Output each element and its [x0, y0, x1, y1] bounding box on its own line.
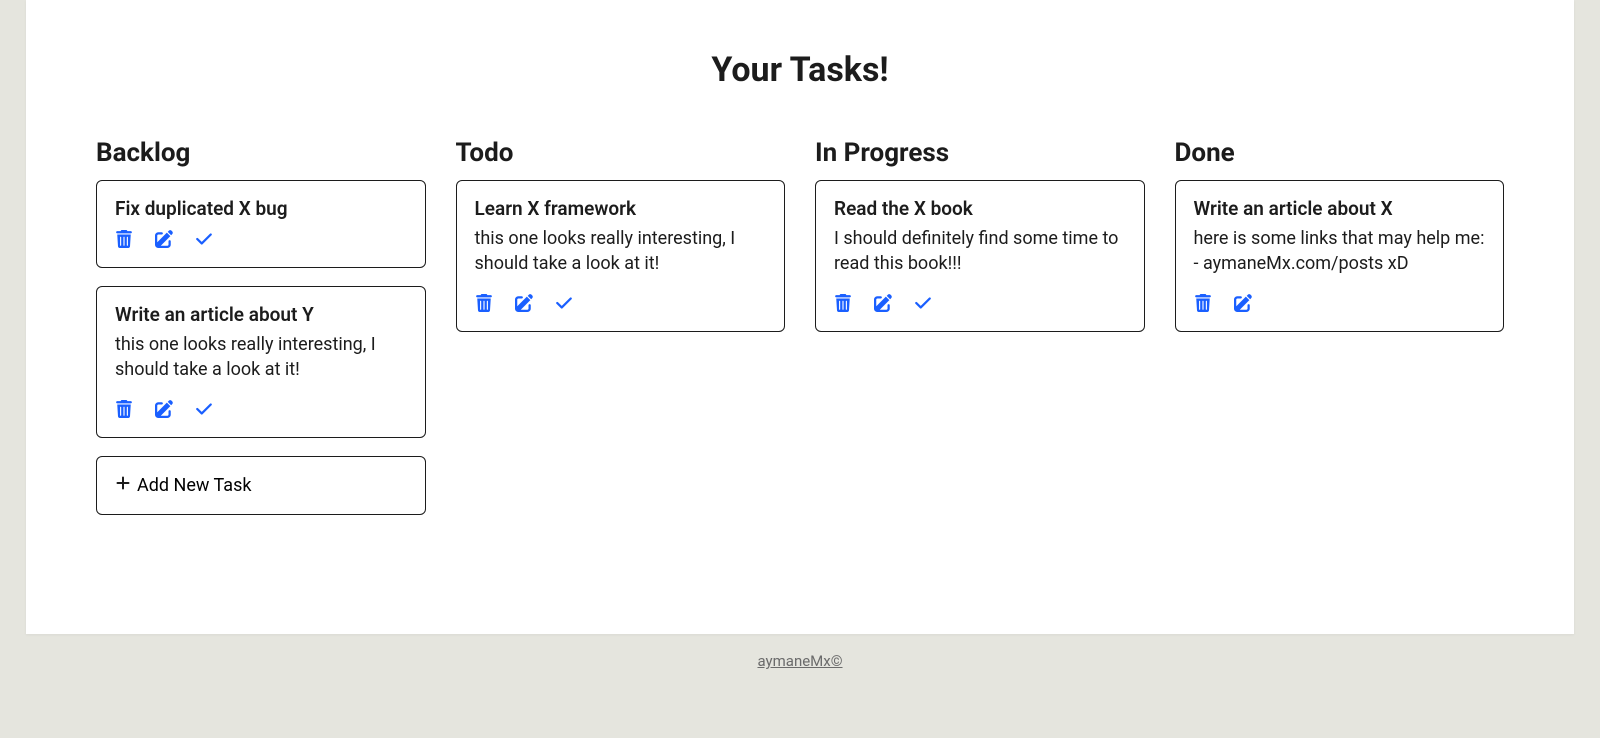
check-icon — [555, 294, 573, 315]
task-description: this one looks really interesting, I sho… — [475, 226, 767, 276]
trash-icon — [834, 294, 852, 315]
task-actions — [1194, 294, 1486, 315]
check-icon — [195, 230, 213, 251]
task-card[interactable]: Write an article about Y this one looks … — [96, 286, 426, 438]
task-title: Write an article about X — [1194, 197, 1486, 220]
task-card[interactable]: Write an article about X here is some li… — [1175, 180, 1505, 332]
check-icon — [914, 294, 932, 315]
complete-button[interactable] — [195, 400, 213, 421]
column-done: Done Write an article about X here is so… — [1175, 138, 1505, 515]
task-card[interactable]: Fix duplicated X bug — [96, 180, 426, 268]
trash-icon — [115, 400, 133, 421]
task-title: Learn X framework — [475, 197, 767, 220]
task-title: Write an article about Y — [115, 303, 407, 326]
task-description: I should definitely find some time to re… — [834, 226, 1126, 276]
complete-button[interactable] — [195, 230, 213, 251]
edit-button[interactable] — [1234, 294, 1252, 315]
column-title: In Progress — [815, 138, 1145, 168]
add-task-label: Add New Task — [137, 475, 252, 496]
footer-link[interactable]: aymaneMx© — [757, 652, 842, 670]
delete-button[interactable] — [834, 294, 852, 315]
edit-button[interactable] — [515, 294, 533, 315]
trash-icon — [115, 230, 133, 251]
delete-button[interactable] — [475, 294, 493, 315]
column-title: Todo — [456, 138, 786, 168]
edit-icon — [1234, 294, 1252, 315]
task-card[interactable]: Learn X framework this one looks really … — [456, 180, 786, 332]
task-card[interactable]: Read the X book I should definitely find… — [815, 180, 1145, 332]
footer: aymaneMx© — [0, 634, 1600, 688]
delete-button[interactable] — [115, 230, 133, 251]
task-actions — [115, 400, 407, 421]
task-actions — [115, 230, 407, 251]
page-title: Your Tasks! — [96, 50, 1504, 90]
task-description: here is some links that may help me: - a… — [1194, 226, 1486, 276]
trash-icon — [1194, 294, 1212, 315]
task-actions — [834, 294, 1126, 315]
main-panel: Your Tasks! Backlog Fix duplicated X bug — [26, 0, 1574, 634]
edit-icon — [155, 400, 173, 421]
plus-icon — [115, 475, 131, 496]
kanban-board: Backlog Fix duplicated X bug — [96, 138, 1504, 515]
column-todo: Todo Learn X framework this one looks re… — [456, 138, 786, 515]
check-icon — [195, 400, 213, 421]
add-task-button[interactable]: Add New Task — [96, 456, 426, 515]
task-actions — [475, 294, 767, 315]
column-in-progress: In Progress Read the X book I should def… — [815, 138, 1145, 515]
delete-button[interactable] — [1194, 294, 1212, 315]
complete-button[interactable] — [555, 294, 573, 315]
edit-button[interactable] — [155, 230, 173, 251]
edit-button[interactable] — [155, 400, 173, 421]
delete-button[interactable] — [115, 400, 133, 421]
task-description: this one looks really interesting, I sho… — [115, 332, 407, 382]
complete-button[interactable] — [914, 294, 932, 315]
edit-button[interactable] — [874, 294, 892, 315]
task-title: Fix duplicated X bug — [115, 197, 407, 220]
edit-icon — [874, 294, 892, 315]
column-title: Backlog — [96, 138, 426, 168]
edit-icon — [155, 230, 173, 251]
column-title: Done — [1175, 138, 1505, 168]
task-title: Read the X book — [834, 197, 1126, 220]
edit-icon — [515, 294, 533, 315]
column-backlog: Backlog Fix duplicated X bug — [96, 138, 426, 515]
trash-icon — [475, 294, 493, 315]
